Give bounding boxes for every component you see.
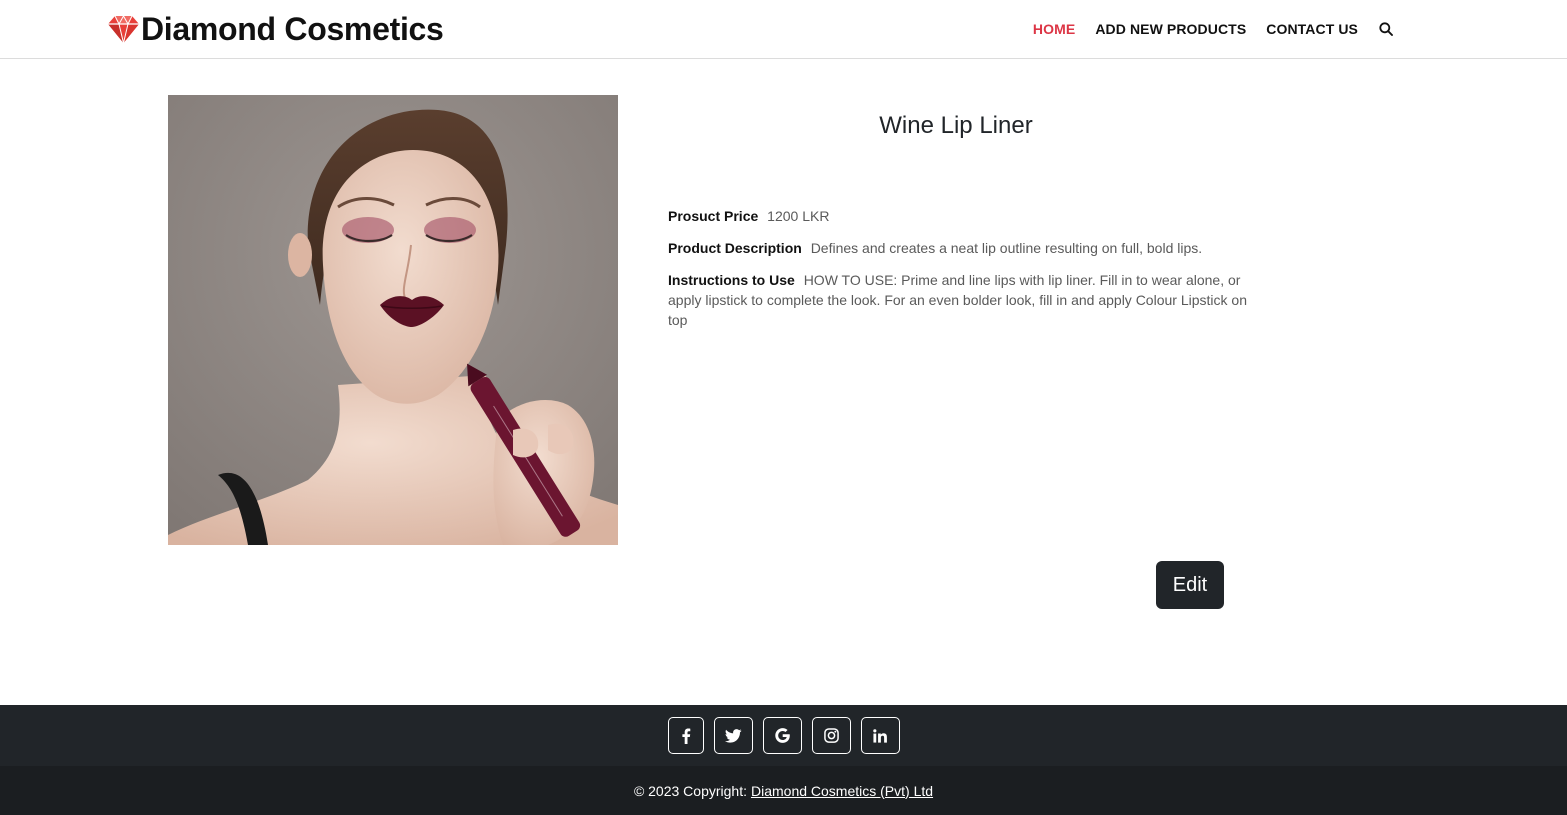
google-icon xyxy=(774,728,790,743)
description-label: Product Description xyxy=(668,240,802,256)
nav-menu: HOME ADD NEW PRODUCTS CONTACT US xyxy=(1013,0,1395,58)
instagram-button[interactable] xyxy=(811,717,851,754)
navbar: Diamond Cosmetics HOME ADD NEW PRODUCTS … xyxy=(0,0,1567,59)
google-button[interactable] xyxy=(762,717,802,754)
edit-button[interactable]: Edit xyxy=(1156,561,1224,609)
copyright-bar: © 2023 Copyright: Diamond Cosmetics (Pvt… xyxy=(0,766,1567,815)
brand-link[interactable]: Diamond Cosmetics xyxy=(107,11,444,47)
price-value: 1200 LKR xyxy=(767,208,830,224)
copyright-link[interactable]: Diamond Cosmetics (Pvt) Ltd xyxy=(751,783,933,799)
product-photo xyxy=(168,95,618,545)
nav-contact-link[interactable]: CONTACT US xyxy=(1266,21,1358,37)
diamond-icon xyxy=(108,14,139,44)
linkedin-icon xyxy=(873,728,887,743)
nav-add-products-link[interactable]: ADD NEW PRODUCTS xyxy=(1095,21,1246,37)
product-title: Wine Lip Liner xyxy=(879,112,1033,139)
linkedin-button[interactable] xyxy=(860,717,900,754)
twitter-icon xyxy=(724,728,742,743)
social-links xyxy=(0,705,1567,766)
facebook-icon xyxy=(681,728,690,744)
instructions-label: Instructions to Use xyxy=(668,272,795,288)
brand-name: Diamond Cosmetics xyxy=(141,11,444,47)
twitter-button[interactable] xyxy=(713,717,753,754)
search-icon xyxy=(1379,22,1393,36)
nav-home-link[interactable]: HOME xyxy=(1033,21,1075,37)
search-button[interactable] xyxy=(1377,20,1395,38)
copyright-text: © 2023 Copyright: xyxy=(633,782,747,799)
price-label: Prosuct Price xyxy=(668,208,759,224)
instructions-row: Instructions to Use HOW TO USE: Prime an… xyxy=(668,270,1248,330)
price-row: Prosuct Price 1200 LKR xyxy=(668,206,1248,226)
description-row: Product Description Defines and creates … xyxy=(668,238,1248,258)
description-value: Defines and creates a neat lip outline r… xyxy=(810,240,1203,256)
facebook-button[interactable] xyxy=(667,717,704,754)
instagram-icon xyxy=(823,728,839,743)
product-image xyxy=(168,95,618,545)
product-details: Prosuct Price 1200 LKR Product Descripti… xyxy=(668,206,1248,342)
